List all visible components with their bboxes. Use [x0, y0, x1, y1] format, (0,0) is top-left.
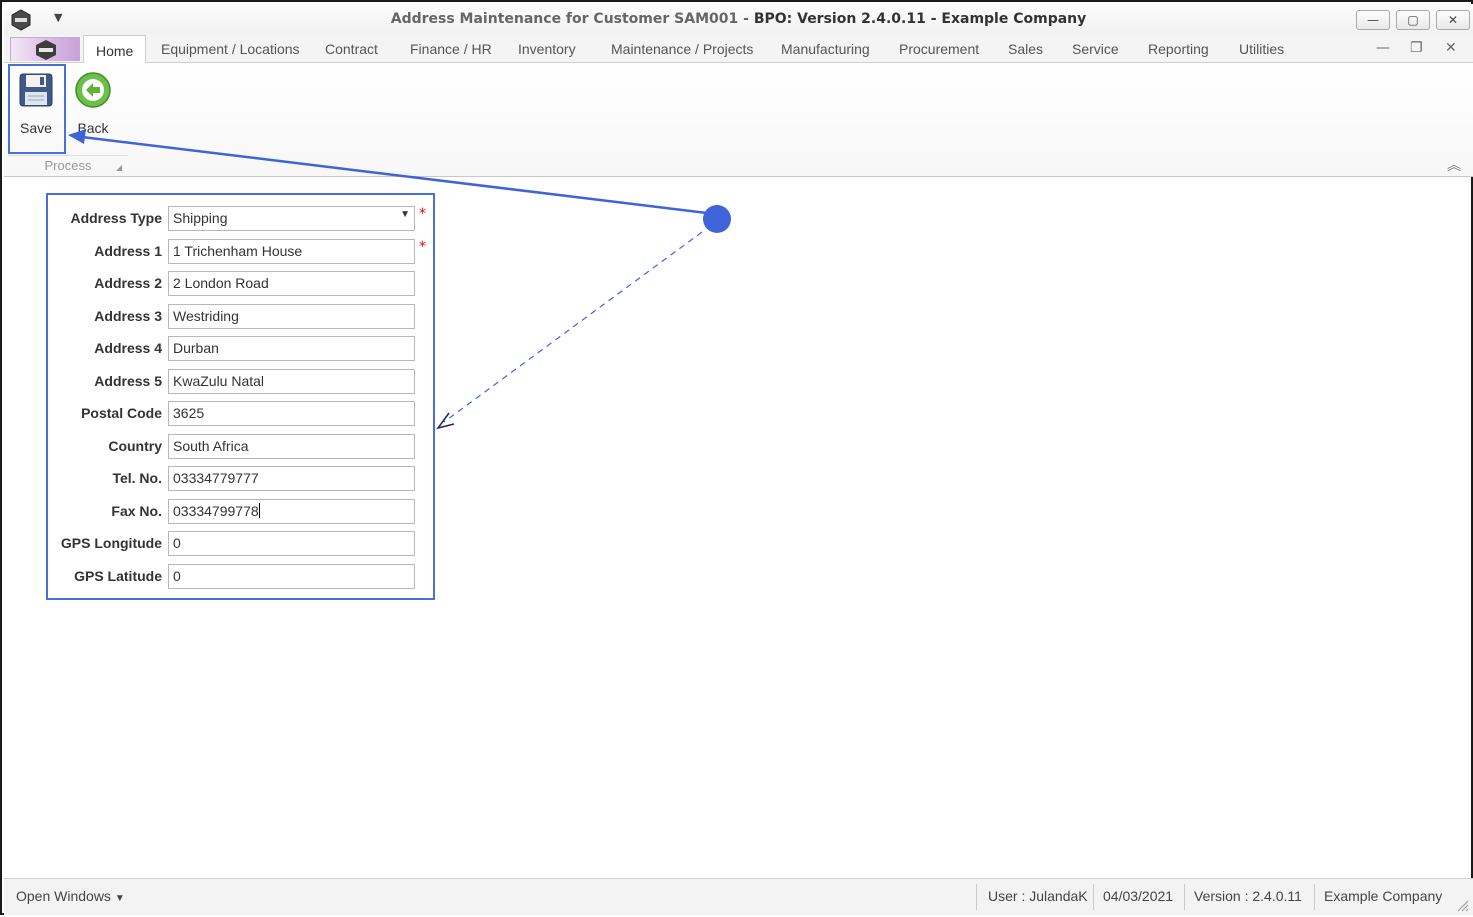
annotation-step-dot	[703, 205, 731, 233]
tab-manufacturing[interactable]: Manufacturing	[781, 41, 870, 57]
tab-finance-hr[interactable]: Finance / HR	[410, 41, 492, 57]
tab-utilities[interactable]: Utilities	[1239, 41, 1284, 57]
address-type-label: Address Type	[70, 210, 162, 226]
tab-inventory[interactable]: Inventory	[518, 41, 576, 57]
address5-label: Address 5	[94, 372, 162, 389]
address3-field[interactable]: Westriding	[168, 303, 415, 329]
status-separator	[1093, 884, 1094, 910]
window-title-main: BPO: Version 2.4.0.11 - Example Company	[753, 11, 1087, 27]
tel-row: Tel. No. 03334779777	[48, 466, 433, 492]
window-title-prefix: Address Maintenance for Customer SAM001 …	[390, 11, 754, 27]
status-bar: Open Windows ▼ User : JulandaK 04/03/202…	[4, 878, 1473, 915]
address4-row: Address 4 Durban	[48, 336, 433, 362]
status-version: Version : 2.4.0.11	[1194, 888, 1302, 904]
address-type-value: Shipping	[173, 210, 228, 226]
back-arrow-icon	[75, 72, 111, 108]
address1-field[interactable]: 1 Trichenham House	[168, 238, 415, 264]
country-row: Country South Africa	[48, 433, 433, 460]
text-caret	[258, 502, 260, 518]
fax-label: Fax No.	[111, 502, 162, 519]
country-field[interactable]: South Africa	[168, 433, 415, 459]
open-windows-dropdown-icon: ▼	[114, 893, 125, 904]
fax-row: Fax No. 03334799778	[48, 498, 433, 525]
mdi-close-icon[interactable]: ✕	[1445, 40, 1457, 56]
status-user: User : JulandaK	[988, 888, 1088, 904]
address4-field[interactable]: Durban	[168, 336, 415, 361]
status-company: Example Company	[1324, 888, 1443, 904]
address1-row: Address 1 1 Trichenham House *	[48, 238, 433, 265]
status-date: 04/03/2021	[1103, 888, 1174, 904]
process-group-label: Process	[8, 155, 128, 175]
mdi-minimize-icon[interactable]: —	[1376, 40, 1390, 56]
save-button-label: Save	[20, 120, 52, 136]
open-windows-button[interactable]: Open Windows ▼	[16, 888, 125, 904]
tab-equipment-locations[interactable]: Equipment / Locations	[161, 41, 300, 57]
address1-label: Address 1	[94, 242, 162, 259]
ribbon: Save Back Process ◢ ︽	[4, 63, 1473, 177]
address5-row: Address 5 KwaZulu Natal	[48, 368, 433, 395]
address3-label: Address 3	[94, 307, 162, 324]
annotation-dashed-arrow-to-form	[443, 231, 703, 423]
floppy-disk-icon	[19, 73, 53, 107]
fax-value: 03334799778	[173, 502, 259, 519]
gps-longitude-row: GPS Longitude 0	[48, 531, 433, 557]
address3-row: Address 3 Westriding	[48, 303, 433, 330]
tab-procurement[interactable]: Procurement	[899, 41, 979, 57]
back-button-label: Back	[77, 120, 109, 136]
tel-label: Tel. No.	[112, 470, 162, 486]
address-type-row: Address Type Shipping ▼ *	[48, 206, 433, 232]
tab-home[interactable]: Home	[83, 35, 147, 64]
resize-grip-icon[interactable]	[1457, 900, 1469, 912]
minimize-button[interactable]: —	[1356, 10, 1390, 30]
mdi-restore-icon[interactable]: ❐	[1410, 40, 1423, 56]
postal-code-field[interactable]: 3625	[168, 401, 415, 426]
address2-row: Address 2 2 London Road	[48, 271, 433, 297]
status-separator	[976, 884, 977, 910]
window-title: Address Maintenance for Customer SAM001 …	[4, 11, 1473, 27]
required-marker: *	[419, 238, 426, 255]
annotation-arrowhead-form	[436, 412, 455, 430]
open-windows-label: Open Windows	[16, 888, 111, 904]
gps-latitude-label: GPS Latitude	[74, 567, 162, 584]
gps-longitude-label: GPS Longitude	[60, 535, 162, 551]
gps-longitude-field[interactable]: 0	[168, 531, 415, 556]
dropdown-arrow-icon[interactable]: ▼	[400, 209, 410, 220]
address-form: Address Type Shipping ▼ * Address 1 1 Tr…	[46, 193, 435, 600]
save-button[interactable]: Save	[10, 69, 62, 137]
application-menu-button[interactable]	[10, 37, 80, 61]
status-separator	[1314, 884, 1315, 910]
address2-field[interactable]: 2 London Road	[168, 271, 415, 296]
collapse-ribbon-icon[interactable]: ︽	[1447, 155, 1461, 175]
tab-service[interactable]: Service	[1072, 41, 1119, 57]
required-marker: *	[419, 206, 426, 222]
address2-label: Address 2	[94, 275, 162, 291]
tab-sales[interactable]: Sales	[1008, 41, 1043, 57]
fax-field[interactable]: 03334799778	[168, 498, 415, 524]
tel-field[interactable]: 03334779777	[168, 466, 415, 491]
back-button[interactable]: Back	[67, 69, 119, 137]
tab-maintenance-projects[interactable]: Maintenance / Projects	[611, 41, 753, 57]
maximize-button[interactable]: ▢	[1396, 10, 1430, 30]
menu-tab-bar: Home Equipment / Locations Contract Fina…	[4, 35, 1473, 64]
gps-latitude-field[interactable]: 0	[168, 563, 415, 589]
app-window: ▼ Address Maintenance for Customer SAM00…	[0, 0, 1473, 915]
bpo-logo-icon	[36, 40, 56, 60]
postal-code-row: Postal Code 3625	[48, 401, 433, 427]
close-button[interactable]: ✕	[1436, 10, 1470, 30]
status-separator	[1184, 884, 1185, 910]
address5-field[interactable]: KwaZulu Natal	[168, 368, 415, 394]
address4-label: Address 4	[94, 340, 162, 356]
group-launcher-icon[interactable]: ◢	[116, 163, 122, 172]
address-type-dropdown[interactable]: Shipping ▼	[168, 206, 415, 231]
title-bar: ▼ Address Maintenance for Customer SAM00…	[4, 4, 1473, 35]
postal-code-label: Postal Code	[81, 405, 162, 421]
tab-contract[interactable]: Contract	[325, 41, 378, 57]
country-label: Country	[108, 437, 162, 454]
gps-latitude-row: GPS Latitude 0	[48, 563, 433, 590]
tab-reporting[interactable]: Reporting	[1148, 41, 1209, 57]
